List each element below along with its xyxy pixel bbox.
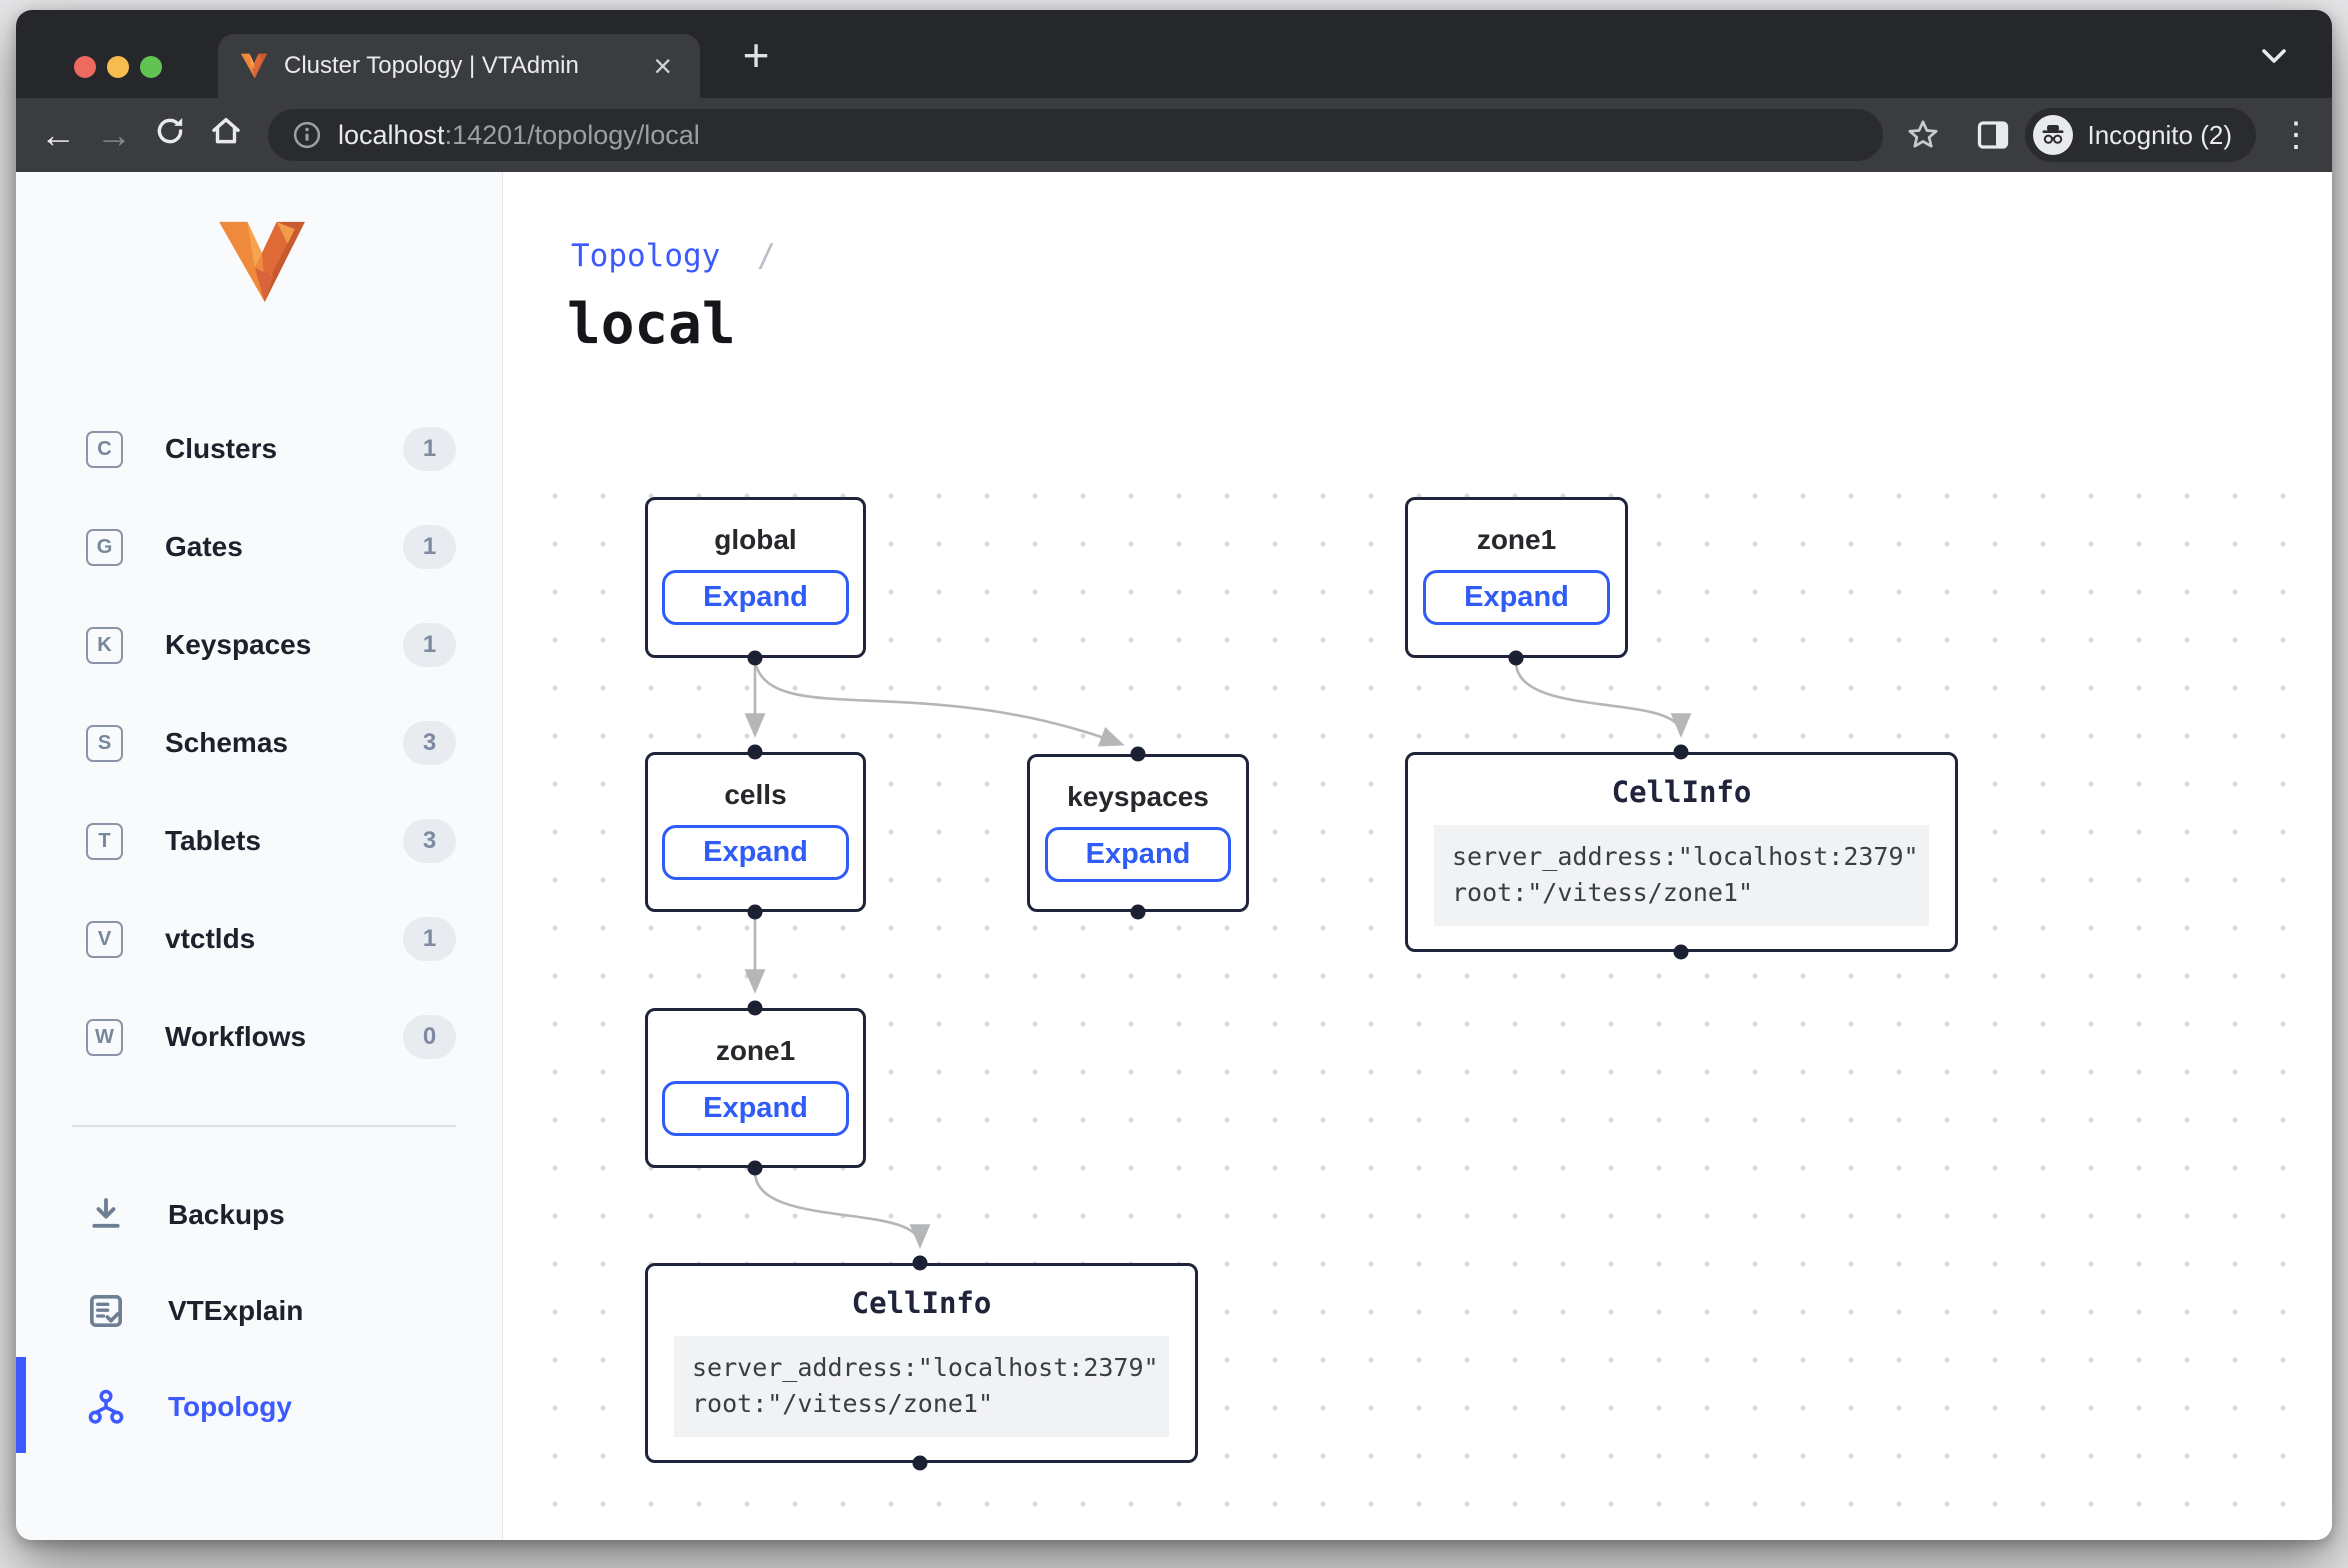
back-icon[interactable]: ← — [30, 114, 86, 156]
sidebar-item-label: Workflows — [165, 1021, 403, 1053]
close-window-button[interactable] — [74, 56, 96, 78]
node-keyspaces[interactable]: keyspaces Expand — [1027, 754, 1249, 912]
sidebar-item-label: Clusters — [165, 433, 403, 465]
expand-button[interactable]: Expand — [662, 570, 849, 625]
node-title: CellInfo — [1408, 775, 1955, 809]
count-badge: 1 — [403, 525, 456, 569]
sidebar-links: Backups VTExplain — [16, 1167, 502, 1455]
sidebar-item-vtexplain[interactable]: VTExplain — [16, 1263, 502, 1359]
sidebar-item-keyspaces[interactable]: K Keyspaces 1 — [16, 596, 502, 694]
reload-icon[interactable] — [142, 114, 198, 157]
node-zone1-cell[interactable]: zone1 Expand — [1405, 497, 1628, 658]
fullscreen-window-button[interactable] — [140, 56, 162, 78]
sidebar-divider — [72, 1125, 456, 1127]
expand-button[interactable]: Expand — [662, 1081, 849, 1136]
sidebar-item-schemas[interactable]: S Schemas 3 — [16, 694, 502, 792]
count-badge: 1 — [403, 623, 456, 667]
url-host: localhost — [338, 120, 445, 150]
forward-icon[interactable]: → — [86, 114, 142, 156]
count-badge: 1 — [403, 917, 456, 961]
expand-button[interactable]: Expand — [1045, 827, 1232, 882]
sidebar-item-label: Schemas — [165, 727, 403, 759]
count-badge: 1 — [403, 427, 456, 471]
node-cellinfo-zone1-cell[interactable]: CellInfo server_address:"localhost:2379"… — [1405, 752, 1958, 952]
profile-incognito-badge[interactable]: Incognito (2) — [2025, 108, 2256, 162]
sidebar-item-workflows[interactable]: W Workflows 0 — [16, 988, 502, 1086]
sidebar-item-backups[interactable]: Backups — [16, 1167, 502, 1263]
schemas-icon: S — [86, 725, 123, 762]
browser-window: Cluster Topology | VTAdmin × + ← → — [16, 10, 2332, 1540]
sidebar-item-label: vtctlds — [165, 923, 403, 955]
count-badge: 3 — [403, 721, 456, 765]
vtadmin-page: C Clusters 1 G Gates 1 K Keyspaces 1 S S… — [16, 172, 2332, 1540]
sidebar-item-vtctlds[interactable]: V vtctlds 1 — [16, 890, 502, 988]
code-line: root:"/vitess/zone1" — [1452, 878, 1753, 907]
node-title: global — [648, 524, 863, 556]
browser-menu-icon[interactable]: ⋮ — [2270, 115, 2322, 155]
sidebar-item-gates[interactable]: G Gates 1 — [16, 498, 502, 596]
sidebar-item-label: Tablets — [165, 825, 403, 857]
document-check-icon — [86, 1291, 126, 1331]
tab-title: Cluster Topology | VTAdmin — [284, 52, 647, 80]
browser-toolbar: ← → localhost:14201/topology/local — [16, 98, 2332, 172]
home-icon[interactable] — [198, 114, 254, 157]
keyspaces-icon: K — [86, 627, 123, 664]
main-content: Topology / local global Expand zone1 Exp… — [503, 172, 2332, 1540]
expand-button[interactable]: Expand — [1423, 570, 1610, 625]
new-tab-button[interactable]: + — [728, 28, 784, 82]
bookmark-star-icon[interactable] — [1905, 117, 1941, 153]
page-info-icon[interactable] — [292, 120, 322, 150]
tab-strip: Cluster Topology | VTAdmin × + — [16, 10, 2332, 98]
url-path: :14201/topology/local — [445, 120, 700, 150]
side-panel-icon[interactable] — [1975, 117, 2011, 153]
sidebar-item-label: Topology — [168, 1391, 292, 1423]
vtctlds-icon: V — [86, 921, 123, 958]
incognito-icon — [2033, 115, 2073, 155]
url-text: localhost:14201/topology/local — [338, 120, 700, 151]
sidebar-item-tablets[interactable]: T Tablets 3 — [16, 792, 502, 890]
sidebar-item-topology[interactable]: Topology — [16, 1359, 502, 1455]
tab-cluster-topology[interactable]: Cluster Topology | VTAdmin × — [218, 34, 700, 98]
sidebar-item-clusters[interactable]: C Clusters 1 — [16, 400, 502, 498]
sidebar-item-label: Keyspaces — [165, 629, 403, 661]
sidebar-item-label: Backups — [168, 1199, 285, 1231]
topology-canvas[interactable]: global Expand zone1 Expand cells Expand … — [503, 172, 2332, 1540]
sidebar-nav: C Clusters 1 G Gates 1 K Keyspaces 1 S S… — [16, 400, 502, 1086]
node-title: CellInfo — [648, 1286, 1195, 1320]
incognito-label: Incognito (2) — [2087, 120, 2232, 151]
vitess-favicon — [240, 53, 268, 79]
sidebar: C Clusters 1 G Gates 1 K Keyspaces 1 S S… — [16, 172, 503, 1540]
node-cellinfo-zone1[interactable]: CellInfo server_address:"localhost:2379"… — [645, 1263, 1198, 1463]
expand-button[interactable]: Expand — [662, 825, 849, 880]
node-title: keyspaces — [1030, 781, 1246, 813]
node-global[interactable]: global Expand — [645, 497, 866, 658]
cellinfo-code: server_address:"localhost:2379" root:"/v… — [674, 1336, 1169, 1437]
close-tab-icon[interactable]: × — [647, 50, 678, 82]
url-bar[interactable]: localhost:14201/topology/local — [268, 109, 1883, 161]
count-badge: 3 — [403, 819, 456, 863]
node-title: zone1 — [1408, 524, 1625, 556]
clusters-icon: C — [86, 431, 123, 468]
active-nav-indicator — [16, 1357, 26, 1453]
chevron-down-icon[interactable] — [2256, 44, 2292, 68]
sidebar-item-label: Gates — [165, 531, 403, 563]
code-line: server_address:"localhost:2379" — [692, 1353, 1159, 1382]
tablets-icon: T — [86, 823, 123, 860]
node-title: cells — [648, 779, 863, 811]
workflows-icon: W — [86, 1019, 123, 1056]
node-zone1[interactable]: zone1 Expand — [645, 1008, 866, 1168]
vitess-logo — [216, 220, 308, 304]
gates-icon: G — [86, 529, 123, 566]
code-line: server_address:"localhost:2379" — [1452, 842, 1919, 871]
topology-icon — [86, 1387, 126, 1427]
download-icon — [86, 1195, 126, 1235]
code-line: root:"/vitess/zone1" — [692, 1389, 993, 1418]
sidebar-item-label: VTExplain — [168, 1295, 303, 1327]
cellinfo-code: server_address:"localhost:2379" root:"/v… — [1434, 825, 1929, 926]
node-title: zone1 — [648, 1035, 863, 1067]
count-badge: 0 — [403, 1015, 456, 1059]
minimize-window-button[interactable] — [107, 56, 129, 78]
node-cells[interactable]: cells Expand — [645, 752, 866, 912]
